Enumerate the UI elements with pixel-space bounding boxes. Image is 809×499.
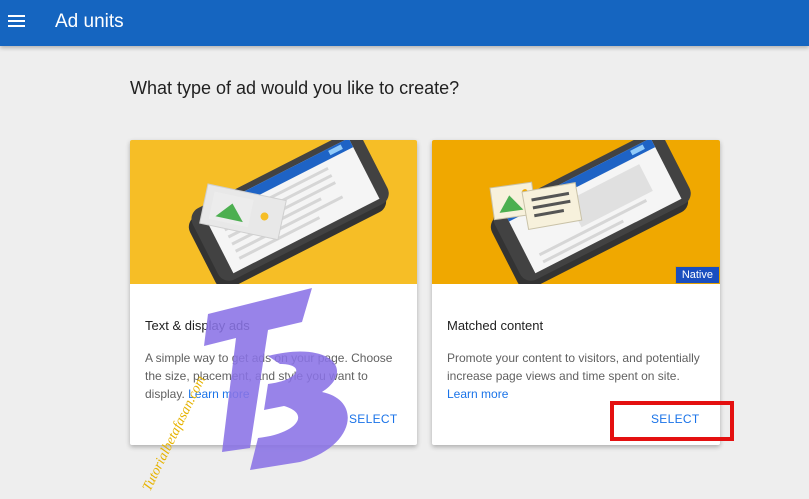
hamburger-menu-icon[interactable] <box>6 10 30 34</box>
ad-type-question: What type of ad would you like to create… <box>130 78 460 98</box>
card-matched-content[interactable]: Native Matched content Promote your cont… <box>432 140 720 445</box>
card-description-text: A simple way to get ads on your page. Ch… <box>145 351 393 401</box>
select-button[interactable]: SELECT <box>349 412 397 426</box>
matched-content-illustration: Native <box>432 140 720 284</box>
select-highlight-box <box>610 401 734 441</box>
top-app-bar: Ad units <box>0 0 809 46</box>
card-title: Text & display ads <box>145 318 250 333</box>
card-description-text: Promote your content to visitors, and po… <box>447 351 700 383</box>
text-display-illustration <box>130 140 417 284</box>
card-description: Promote your content to visitors, and po… <box>447 349 709 403</box>
native-badge: Native <box>674 266 720 284</box>
learn-more-link[interactable]: Learn more <box>188 387 249 401</box>
card-description: A simple way to get ads on your page. Ch… <box>145 349 405 403</box>
card-text-display-ads[interactable]: Text & display ads A simple way to get a… <box>130 140 417 445</box>
card-title: Matched content <box>447 318 544 333</box>
page-title: Ad units <box>55 11 124 32</box>
